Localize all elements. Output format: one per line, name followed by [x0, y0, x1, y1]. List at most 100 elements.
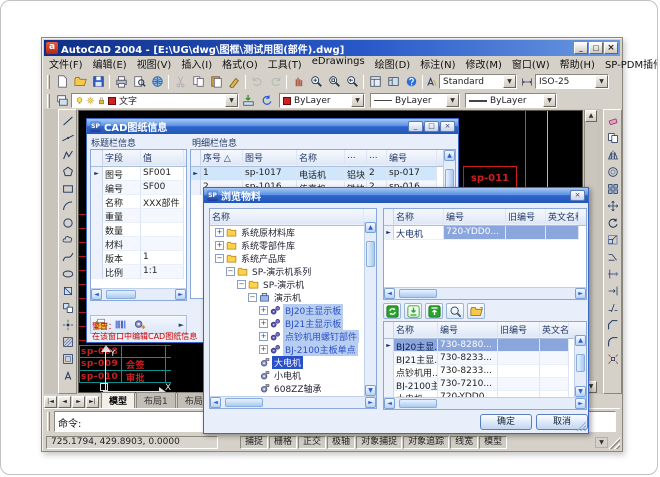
first-tab-icon[interactable]: [44, 396, 57, 408]
scroll-left-icon[interactable]: [384, 288, 395, 299]
collapse-icon[interactable]: −: [248, 293, 257, 302]
expand-icon[interactable]: +: [259, 345, 268, 354]
next-tab-icon[interactable]: [72, 396, 85, 408]
tree-item[interactable]: +系统原材料库: [210, 226, 376, 239]
window-resize-grip[interactable]: [608, 437, 620, 449]
extend-button[interactable]: [605, 283, 621, 299]
trim-button[interactable]: [605, 266, 621, 282]
zoom-previous-button[interactable]: [343, 73, 361, 91]
copy-object-button[interactable]: [605, 130, 621, 146]
close-button[interactable]: [604, 42, 618, 54]
color-combo[interactable]: ByLayer: [279, 93, 365, 108]
title-block-row[interactable]: 版本1: [91, 251, 186, 265]
tree-item[interactable]: +系统零部件库: [210, 239, 376, 252]
rectangle-button[interactable]: [60, 181, 76, 197]
copy-button[interactable]: [189, 73, 207, 91]
vertical-scrollbar[interactable]: [574, 335, 586, 397]
toggle-对象追踪[interactable]: 对象追踪: [403, 436, 449, 449]
scroll-thumb[interactable]: [106, 290, 136, 299]
menu-item-6[interactable]: 工具(T): [263, 56, 307, 71]
spline-button[interactable]: [60, 249, 76, 265]
scroll-left-icon[interactable]: [210, 397, 221, 408]
make-layer-current-button[interactable]: [239, 92, 257, 110]
redo-button[interactable]: [266, 73, 284, 91]
menu-item-13[interactable]: SP-PDM插件(P): [600, 56, 658, 71]
menu-item-1[interactable]: 文件(F): [44, 56, 88, 71]
toggle-栅格[interactable]: 栅格: [269, 436, 297, 449]
stretch-button[interactable]: [605, 249, 621, 265]
tree-item[interactable]: −SP-演示机系列: [210, 265, 376, 278]
scroll-left-icon[interactable]: [91, 289, 102, 300]
menu-item-5[interactable]: 格式(O): [217, 56, 263, 71]
region-button[interactable]: [60, 351, 76, 367]
title-block-row[interactable]: 图号SF001: [91, 167, 186, 181]
scroll-down-icon[interactable]: [575, 386, 586, 397]
toggle-正交[interactable]: 正交: [298, 436, 326, 449]
dialog-close-button[interactable]: ×: [570, 190, 585, 201]
menu-item-11[interactable]: 窗口(W): [507, 56, 555, 71]
pan-button[interactable]: [289, 73, 307, 91]
material-row[interactable]: BJ21主显...730-8233...: [384, 352, 586, 365]
tree-item[interactable]: 小电机: [210, 369, 376, 382]
toolbar-grip[interactable]: [47, 94, 50, 108]
undo-button[interactable]: [248, 73, 266, 91]
title-block-row[interactable]: 比例1:1: [91, 265, 186, 279]
expand-icon[interactable]: +: [259, 306, 268, 315]
match-properties-button[interactable]: [225, 73, 243, 91]
material-row[interactable]: 点钞机用...730-8233...: [384, 365, 586, 378]
scroll-up-icon[interactable]: [444, 150, 455, 161]
scroll-down-icon[interactable]: [365, 385, 376, 396]
move-button[interactable]: [605, 198, 621, 214]
construction-line-button[interactable]: [60, 130, 76, 146]
ellipse-button[interactable]: [60, 266, 76, 282]
properties-button[interactable]: [366, 73, 384, 91]
new-button[interactable]: [53, 73, 71, 91]
collapse-icon[interactable]: −: [237, 280, 246, 289]
chevron-down-icon[interactable]: [446, 94, 459, 107]
chevron-down-icon[interactable]: [351, 94, 364, 107]
open-folder-button[interactable]: [467, 303, 485, 319]
layer-manager-button[interactable]: [53, 92, 71, 110]
title-block-row[interactable]: 重量: [91, 209, 186, 223]
layer-previous-button[interactable]: [257, 92, 275, 110]
scroll-up-icon[interactable]: [365, 222, 376, 233]
paste-button[interactable]: [207, 73, 225, 91]
circle-button[interactable]: [60, 215, 76, 231]
fillet-button[interactable]: [605, 334, 621, 350]
menu-item-10[interactable]: 修改(M): [460, 56, 506, 71]
array-button[interactable]: [605, 181, 621, 197]
menu-item-7[interactable]: eDrawings: [307, 56, 370, 71]
line-button[interactable]: [60, 113, 76, 129]
title-block-row[interactable]: 编号SF00: [91, 181, 186, 195]
search-button[interactable]: [446, 303, 464, 319]
linetype-combo[interactable]: ByLayer: [370, 93, 460, 108]
collapse-icon[interactable]: −: [215, 254, 224, 263]
scroll-up-icon[interactable]: [575, 335, 586, 346]
chevron-down-icon[interactable]: [503, 75, 516, 88]
dim-style-combo[interactable]: ISO-25: [535, 74, 609, 89]
plot-button[interactable]: [112, 73, 130, 91]
arc-button[interactable]: [60, 198, 76, 214]
scroll-thumb[interactable]: [225, 398, 263, 407]
tree-item[interactable]: +点钞机用螺钉部件: [210, 330, 376, 343]
chamfer-button[interactable]: [605, 317, 621, 333]
rotate-button[interactable]: [605, 215, 621, 231]
title-block-row[interactable]: 材料: [91, 237, 186, 251]
vertical-scrollbar[interactable]: [364, 222, 376, 396]
material-row[interactable]: 大电机720-YDD0...: [384, 226, 586, 240]
chevron-down-icon[interactable]: [595, 75, 608, 88]
refresh-button[interactable]: [383, 303, 401, 319]
scroll-right-icon[interactable]: [575, 398, 586, 409]
horizontal-scrollbar[interactable]: [210, 396, 376, 408]
toggle-模型[interactable]: 模型: [479, 436, 507, 449]
toggle-极轴[interactable]: 极轴: [327, 436, 355, 449]
menu-item-2[interactable]: 编辑(E): [88, 56, 132, 71]
scroll-up-icon[interactable]: ▲: [585, 110, 597, 122]
point-button[interactable]: [60, 317, 76, 333]
expand-icon[interactable]: +: [259, 319, 268, 328]
toggle-线宽[interactable]: 线宽: [450, 436, 478, 449]
lineweight-combo[interactable]: ByLayer: [465, 93, 557, 108]
tree-item[interactable]: 开口销: [210, 395, 376, 396]
menu-item-3[interactable]: 视图(V): [132, 56, 177, 71]
save-button[interactable]: [89, 73, 107, 91]
